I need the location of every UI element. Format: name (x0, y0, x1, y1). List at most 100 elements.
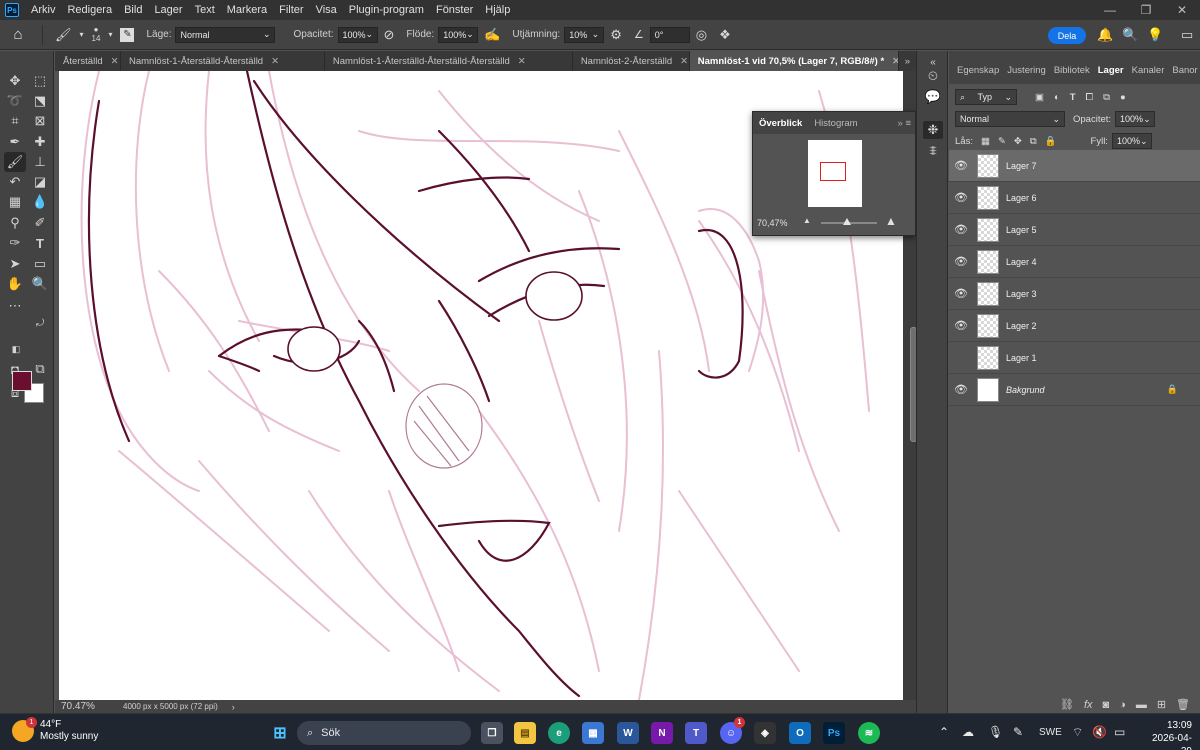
navigator-thumbnail[interactable] (808, 140, 862, 207)
tab-namnlost-1-aterstalld-aterstalld[interactable]: Namnlöst-1-Återställd-Återställd ✕ (121, 51, 325, 71)
path-select-tool-icon[interactable]: ➤ (4, 254, 26, 274)
foreground-color-swatch[interactable] (12, 371, 32, 391)
history-brush-tool-icon[interactable]: ↶ (4, 172, 26, 192)
pen-icon[interactable]: ✎ (1013, 725, 1023, 739)
gear-icon[interactable]: ⚙ (610, 27, 622, 43)
lock-position-icon[interactable]: ✥ (1014, 136, 1022, 147)
close-icon[interactable]: ✕ (271, 56, 279, 67)
crop-tool-icon[interactable]: ⌗ (4, 111, 26, 131)
flow-input[interactable]: 100% ⌄ (438, 26, 479, 43)
lock-transparent-icon[interactable]: ▦ (981, 136, 990, 147)
microsoft-store-icon[interactable]: ▦ (582, 722, 604, 744)
layer-row-lager-2[interactable]: 👁 Lager 2 (949, 310, 1200, 342)
pen-tool-icon[interactable]: ✐ (29, 213, 51, 233)
onedrive-icon[interactable]: ☁ (962, 725, 974, 739)
tab-bibliotek[interactable]: Bibliotek (1050, 65, 1094, 84)
visibility-eye-icon[interactable]: 👁 (949, 159, 973, 172)
filter-toggle-icon[interactable]: ● (1120, 92, 1126, 103)
swap-colors-icon[interactable]: ⤾ (34, 317, 46, 329)
close-icon[interactable]: ✕ (111, 56, 119, 67)
filter-adjustment-icon[interactable]: ◐ (1054, 92, 1060, 103)
layer-row-lager-3[interactable]: 👁 Lager 3 (949, 278, 1200, 310)
visibility-eye-icon[interactable]: 👁 (949, 287, 973, 300)
opacity-input[interactable]: 100% ⌄ (337, 26, 378, 43)
pen-path-tool-icon[interactable]: ✑ (4, 233, 26, 253)
eraser-tool-icon[interactable]: ◪ (29, 172, 51, 192)
tab-namnlost-1-aterstalld-x3[interactable]: Namnlöst-1-Återställd-Återställd-Återstä… (325, 51, 573, 71)
zoom-tool-icon[interactable]: 🔍 (29, 274, 51, 294)
eyedropper-tool-icon[interactable]: ✒ (4, 132, 26, 152)
zoom-out-icon[interactable]: ▲ (803, 216, 811, 225)
brush-settings-icon[interactable]: ✎ (120, 27, 135, 42)
symmetry-icon[interactable]: ❖ (719, 27, 731, 43)
visibility-eye-icon[interactable]: 👁 (949, 223, 973, 236)
menu-visa[interactable]: Visa (310, 0, 343, 20)
visibility-eye-icon[interactable]: 👁 (949, 191, 973, 204)
weather-widget[interactable]: 1 44°F Mostly sunny (12, 717, 98, 743)
menu-text[interactable]: Text (189, 0, 221, 20)
menu-markera[interactable]: Markera (221, 0, 273, 20)
chevron-down-icon[interactable]: ▾ (108, 30, 112, 39)
brushes-panel-icon[interactable]: ⩨ (923, 142, 943, 160)
lock-all-icon[interactable]: 🔒 (1045, 136, 1057, 147)
airbrush-icon[interactable]: ✍ (484, 27, 500, 43)
layer-row-lager-1[interactable]: 👁 Lager 1 (949, 342, 1200, 374)
zoom-in-icon[interactable]: ▲ (885, 214, 897, 228)
home-icon[interactable]: ⌂ (0, 26, 36, 43)
discord-icon[interactable]: ☺ 1 (720, 717, 745, 744)
brush-tool-icon[interactable]: 🖌 (4, 152, 26, 172)
tab-histogram[interactable]: Histogram (808, 118, 863, 129)
layer-row-lager-6[interactable]: 👁 Lager 6 (949, 182, 1200, 214)
language-indicator[interactable]: SWE (1039, 727, 1062, 738)
edge-browser-icon[interactable]: e (548, 722, 570, 744)
new-group-icon[interactable]: ▬ (1136, 699, 1147, 711)
menu-lager[interactable]: Lager (148, 0, 188, 20)
visibility-eye-icon[interactable]: 👁 (949, 383, 973, 396)
healing-brush-tool-icon[interactable]: ✚ (29, 132, 51, 152)
layer-opacity-input[interactable]: 100% ⌄ (1115, 111, 1156, 127)
minimize-icon[interactable]: — (1092, 0, 1128, 20)
spotify-icon[interactable]: ≋ (858, 722, 880, 744)
tab-lager[interactable]: Lager (1094, 65, 1128, 84)
lasso-tool-icon[interactable]: ➰ (4, 91, 26, 111)
pressure-opacity-icon[interactable]: ⊘ (384, 27, 395, 43)
chevron-down-icon[interactable]: ▾ (80, 30, 84, 39)
stamp-tool-icon[interactable]: ⊥ (29, 152, 51, 172)
tab-kanaler[interactable]: Kanaler (1128, 65, 1169, 84)
delete-layer-icon[interactable]: 🗑 (1176, 698, 1190, 711)
brush-preset-picker[interactable]: ● 14 (92, 26, 101, 44)
windows-start-icon[interactable]: ⊞ (269, 722, 291, 744)
collapse-icon[interactable]: » ≡ (898, 118, 915, 129)
layer-row-lager-4[interactable]: 👁 Lager 4 (949, 246, 1200, 278)
tab-namnlost-1-active[interactable]: Namnlöst-1 vid 70,5% (Lager 7, RGB/8#) *… (689, 51, 899, 71)
tab-overflow-icon[interactable]: » (899, 51, 916, 71)
tab-overblick[interactable]: Överblick (753, 118, 808, 129)
blur-tool-icon[interactable]: 💧 (29, 192, 51, 212)
zoom-slider-knob[interactable] (843, 218, 851, 225)
menu-bild[interactable]: Bild (118, 0, 148, 20)
visibility-eye-icon[interactable]: 👁 (949, 255, 973, 268)
layer-style-icon[interactable]: fx (1084, 699, 1093, 711)
wifi-icon[interactable]: ⌔ (1072, 725, 1083, 740)
marquee-tool-icon[interactable]: ⬚ (29, 71, 51, 91)
close-icon[interactable]: ✕ (680, 56, 688, 67)
visibility-eye-off-icon[interactable]: 👁 (949, 351, 973, 364)
navigator-zoom-value[interactable]: 70,47% (757, 218, 788, 228)
volume-muted-icon[interactable]: 🔇 (1092, 725, 1107, 739)
layer-row-lager-7[interactable]: 👁 Lager 7 (949, 150, 1200, 182)
search-icon[interactable]: 🔍 (1122, 27, 1138, 43)
word-icon[interactable]: W (617, 722, 639, 744)
layer-filter-select[interactable]: ⌕ Typ ⌄ (955, 89, 1017, 105)
outlook-icon[interactable]: O (789, 722, 811, 744)
menu-filter[interactable]: Filter (273, 0, 309, 20)
adjustment-layer-icon[interactable]: ◑ (1119, 699, 1126, 711)
onenote-icon[interactable]: N (651, 722, 673, 744)
history-panel-icon[interactable]: ⏲ (923, 67, 943, 85)
taskbar-search-box[interactable]: ⌕ Sök (297, 721, 471, 745)
layer-fill-input[interactable]: 100% ⌄ (1111, 133, 1152, 149)
screen-mode-icon[interactable]: ⧉ (29, 359, 51, 379)
battery-icon[interactable]: ▭ (1114, 725, 1125, 739)
move-tool-icon[interactable]: ✥ (4, 71, 26, 91)
new-layer-icon[interactable]: ⊞ (1157, 698, 1166, 711)
chevron-right-icon[interactable]: › (232, 702, 235, 712)
